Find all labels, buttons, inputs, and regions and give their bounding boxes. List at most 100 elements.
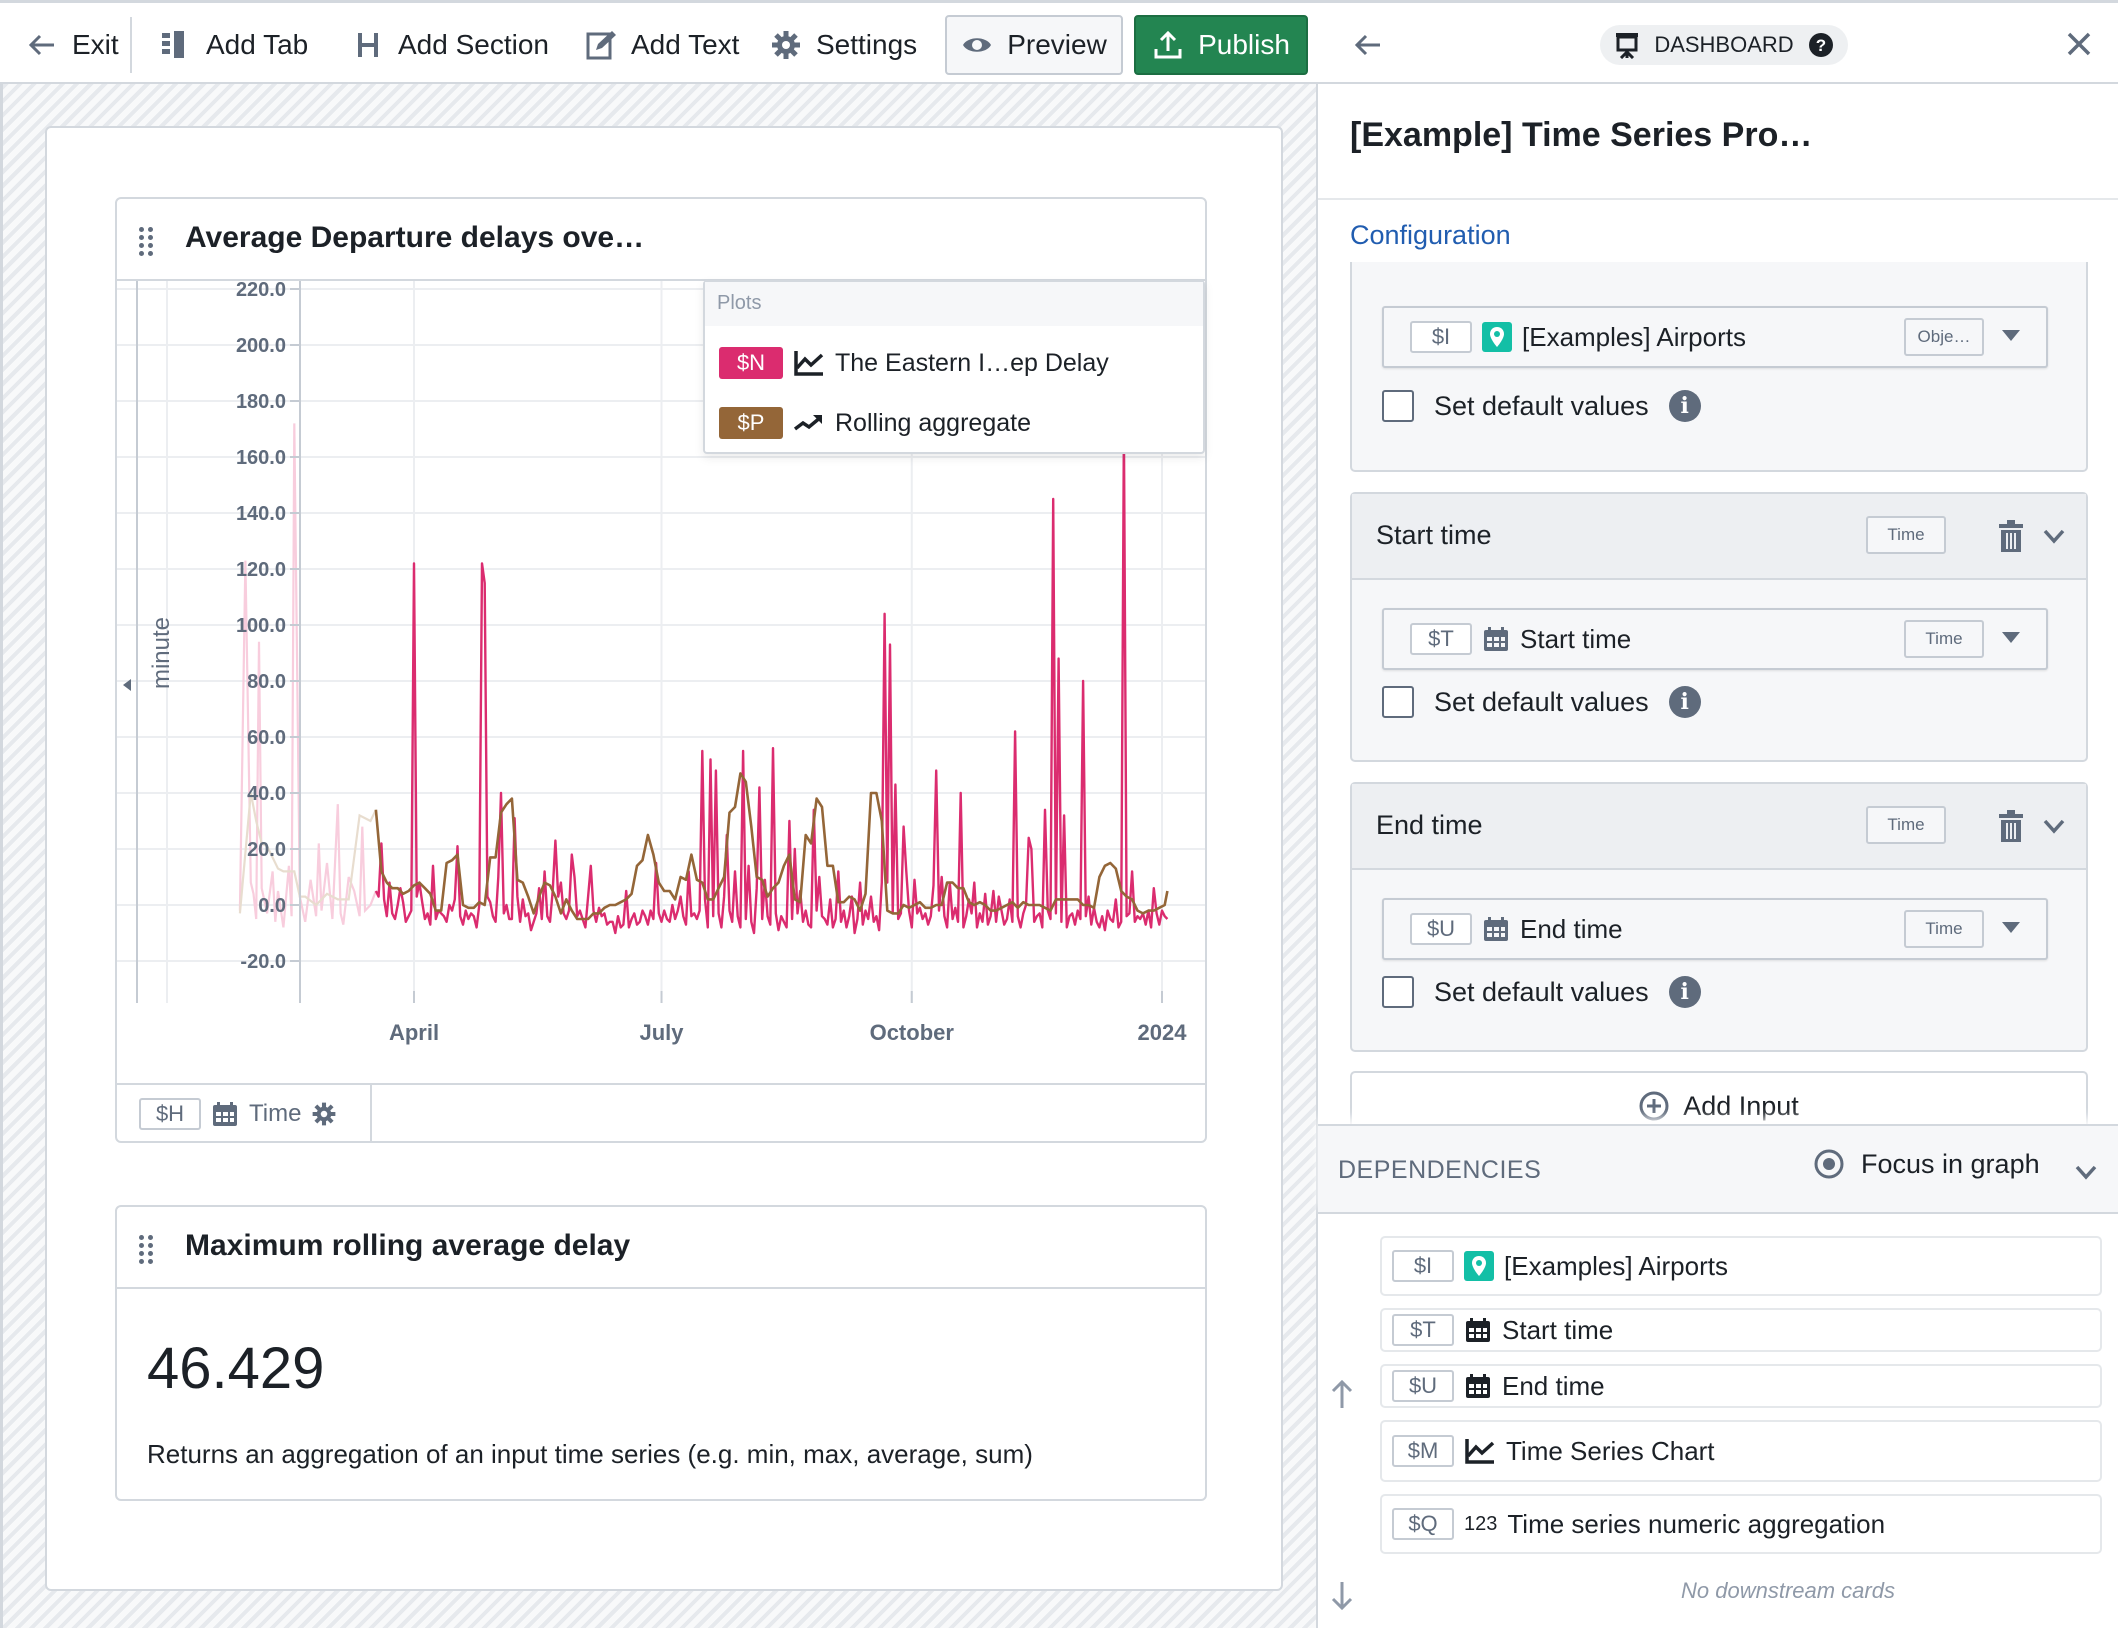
add-section-button[interactable]: Add Section [352, 17, 549, 73]
number-icon: 123 [1464, 1512, 1498, 1535]
exit-button[interactable]: Exit [26, 17, 119, 73]
preview-button[interactable]: Preview [945, 15, 1123, 75]
input-label: End time [1520, 913, 1623, 944]
set-default-values: Set default values i [1382, 686, 1701, 718]
drag-handle-icon[interactable] [139, 1235, 153, 1264]
calendar-icon [1484, 917, 1508, 941]
input-label: Start time [1520, 623, 1632, 654]
dependencies-header: DEPENDENCIES Focus in graph [1318, 1124, 2118, 1214]
default-values-label: Set default values [1434, 686, 1649, 717]
chevron-down-icon[interactable] [2042, 524, 2066, 548]
dependency-label: Time Series Chart [1506, 1435, 1715, 1466]
dependency-item[interactable]: $Q 123 Time series numeric aggregation [1380, 1494, 2102, 1554]
input-selector[interactable]: $I [Examples] Airports Obje… [1382, 306, 2048, 368]
configuration-panel: DASHBOARD ? [Example] Time Series Pro… C… [1318, 0, 2118, 1628]
legend-label: The Eastern I…ep Delay [835, 348, 1109, 377]
legend-item[interactable]: $N The Eastern I…ep Delay [719, 346, 1109, 380]
panel-tabs: Configuration [1318, 198, 2118, 272]
panel-header: DASHBOARD ? [1318, 0, 2118, 84]
series-tag: $N [719, 347, 783, 379]
add-text-button[interactable]: Add Text [585, 17, 739, 73]
variable-tag: $I [1410, 321, 1472, 353]
dependency-label: [Examples] Airports [1504, 1250, 1728, 1281]
drag-handle-icon[interactable] [139, 227, 153, 256]
add-input-label: Add Input [1683, 1090, 1799, 1121]
numeric-aggregation-card[interactable]: Maximum rolling average delay 46.429 Ret… [115, 1205, 1207, 1501]
caret-down-icon[interactable] [2002, 922, 2020, 933]
caret-down-icon[interactable] [2002, 330, 2020, 341]
presentation-icon [1616, 33, 1639, 59]
variable-tag: $U [1410, 913, 1472, 945]
set-default-values: Set default values i [1382, 390, 1701, 422]
dashboard-badge: DASHBOARD ? [1600, 25, 1848, 65]
info-icon[interactable]: i [1668, 390, 1701, 422]
dependency-item[interactable]: $M Time Series Chart [1380, 1420, 2102, 1482]
y-axis-label: minute [148, 617, 175, 689]
y-tick-label: 0.0 [258, 895, 286, 917]
settings-button[interactable]: Settings [770, 17, 917, 73]
default-values-checkbox[interactable] [1382, 390, 1414, 422]
x-tick-label: April [389, 1020, 439, 1045]
close-icon[interactable] [2066, 31, 2092, 57]
dependency-item[interactable]: $U End time [1380, 1364, 2102, 1408]
y-tick-label: 140.0 [236, 503, 286, 525]
chevron-down-icon[interactable] [2074, 1160, 2098, 1184]
arrow-left-icon[interactable] [1352, 29, 1384, 61]
x-tick-label: July [640, 1020, 685, 1045]
dashboard-badge-label: DASHBOARD [1654, 32, 1794, 57]
tab-configuration[interactable]: Configuration [1350, 220, 1511, 268]
info-icon[interactable]: i [1668, 976, 1701, 1008]
type-tag: Time [1866, 516, 1946, 554]
section-title: Start time [1376, 520, 1492, 550]
section-title: End time [1376, 810, 1483, 840]
publish-button[interactable]: Publish [1134, 15, 1308, 75]
add-tab-button[interactable]: Add Tab [160, 17, 308, 73]
y-tick-label: -20.0 [240, 951, 286, 973]
metric-card-title: Maximum rolling average delay [185, 1229, 631, 1262]
variable-tag[interactable]: $H [139, 1098, 201, 1130]
chevron-down-icon[interactable] [2042, 814, 2066, 838]
dependency-item[interactable]: $I [Examples] Airports [1380, 1236, 2102, 1296]
default-values-label: Set default values [1434, 390, 1649, 421]
plus-circle-icon [1639, 1091, 1669, 1121]
legend-item[interactable]: $P Rolling aggregate [719, 406, 1031, 440]
x-axis-label: Time [249, 1100, 302, 1127]
card-header: Maximum rolling average delay [117, 1207, 1205, 1289]
help-icon[interactable]: ? [1808, 32, 1834, 58]
focus-in-graph-button[interactable]: Focus in graph [1813, 1148, 2040, 1180]
default-values-checkbox[interactable] [1382, 686, 1414, 718]
y-tick-label: 80.0 [247, 671, 286, 693]
trash-icon[interactable] [1998, 810, 2024, 844]
variable-tag: $Q [1392, 1508, 1454, 1540]
upload-icon [1154, 30, 1182, 59]
x-tick-label: October [870, 1020, 955, 1045]
variable-tag: $U [1392, 1370, 1454, 1402]
set-default-values: Set default values i [1382, 976, 1701, 1008]
settings-label: Settings [816, 29, 918, 60]
legend-label: Rolling aggregate [835, 408, 1031, 437]
y-tick-label: 100.0 [236, 615, 286, 637]
dependency-item[interactable]: $T Start time [1380, 1308, 2102, 1352]
svg-text:?: ? [1815, 36, 1825, 55]
section-header[interactable]: Start time Time [1352, 494, 2086, 580]
info-icon[interactable]: i [1668, 686, 1701, 718]
input-selector[interactable]: $U End time Time [1382, 898, 2048, 960]
caret-down-icon[interactable] [2002, 632, 2020, 643]
toolbar-divider [130, 17, 132, 73]
plots-legend: Plots $N The Eastern I…ep Delay $P Rolli… [703, 280, 1205, 454]
type-tag: Time [1904, 620, 1984, 658]
input-section-start-time: Start time Time $T Start time Time Set d… [1350, 492, 2088, 762]
gear-icon[interactable] [311, 1101, 337, 1127]
type-tag: Obje… [1904, 318, 1984, 356]
trend-up-icon [793, 415, 823, 431]
input-section-end-time: End time Time $U End time Time Set defau… [1350, 782, 2088, 1052]
x-axis-footer: $H Time [117, 1083, 1205, 1141]
eye-icon [963, 38, 992, 52]
calendar-icon [1484, 627, 1508, 651]
default-values-checkbox[interactable] [1382, 976, 1414, 1008]
series-tag: $P [719, 407, 783, 439]
section-header[interactable]: End time Time [1352, 784, 2086, 870]
add-tab-label: Add Tab [206, 29, 309, 60]
trash-icon[interactable] [1998, 520, 2024, 554]
input-selector[interactable]: $T Start time Time [1382, 608, 2048, 670]
